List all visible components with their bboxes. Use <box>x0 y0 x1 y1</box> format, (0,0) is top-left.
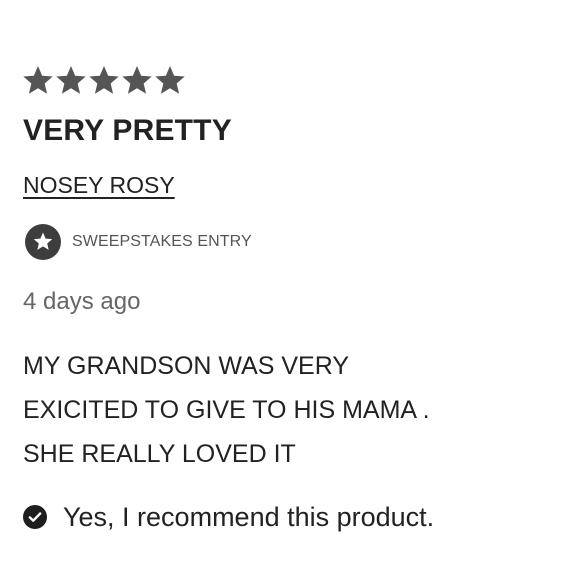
review-date: 4 days ago <box>23 288 141 315</box>
star-icon <box>155 66 185 94</box>
star-icon <box>23 66 53 94</box>
badge-label: SWEEPSTAKES ENTRY <box>72 233 252 250</box>
sweepstakes-badge: SWEEPSTAKES ENTRY <box>24 223 252 261</box>
review-body-line: MY GRANDSON WAS VERY <box>23 352 349 380</box>
review-author-link[interactable]: NOSEY ROSY <box>23 172 175 199</box>
recommend-text: Yes, I recommend this product. <box>63 502 435 532</box>
star-icon <box>122 66 152 94</box>
star-icon <box>56 66 86 94</box>
review-body-line: SHE REALLY LOVED IT <box>23 440 296 468</box>
recommendation: Yes, I recommend this product. <box>23 498 543 536</box>
review-body: MY GRANDSON WAS VERY EXICITED TO GIVE TO… <box>23 344 543 476</box>
review-body-line: EXICITED TO GIVE TO HIS MAMA . <box>23 396 430 424</box>
star-icon <box>89 66 119 94</box>
star-badge-icon <box>25 224 61 260</box>
review-card: VERY PRETTY NOSEY ROSY SWEEPSTAKES ENTRY… <box>0 0 580 580</box>
star-rating <box>22 64 186 96</box>
review-title: VERY PRETTY <box>23 114 232 147</box>
check-circle-icon <box>23 505 47 529</box>
